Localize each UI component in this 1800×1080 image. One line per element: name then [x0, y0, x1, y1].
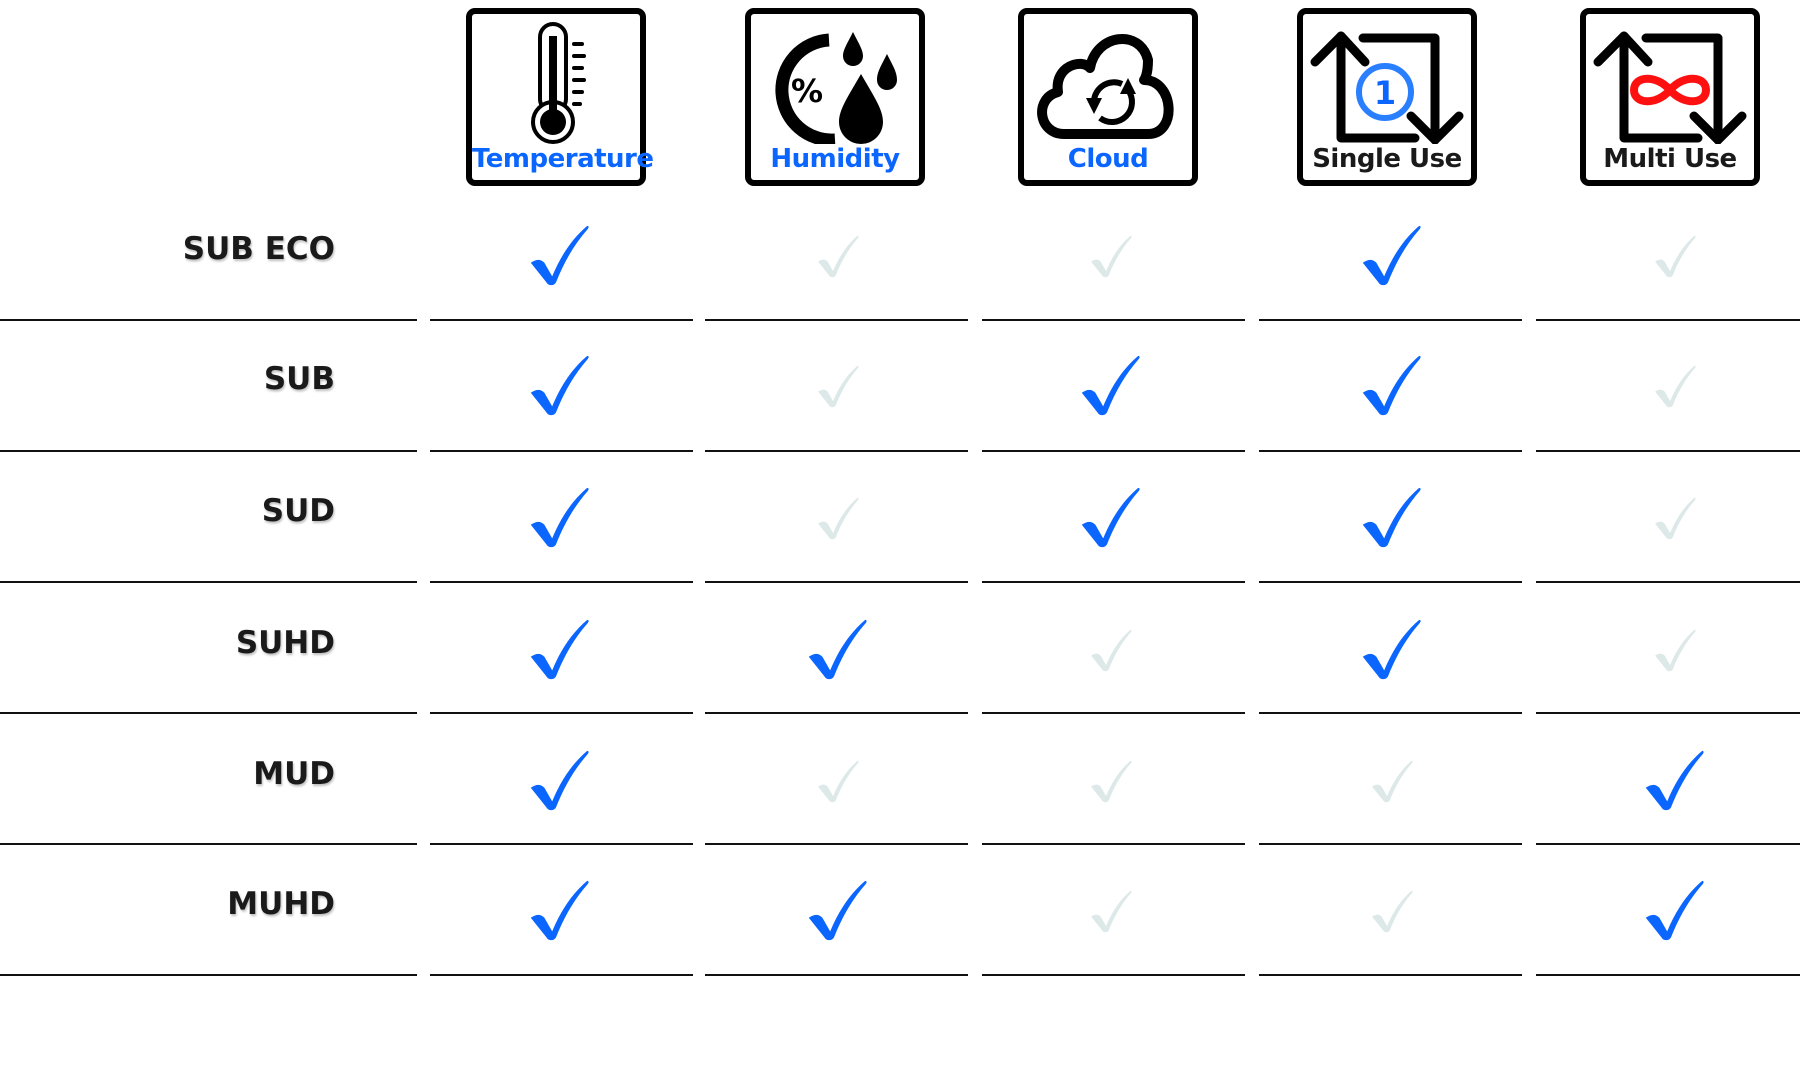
row-divider	[1259, 581, 1522, 583]
row-divider	[982, 319, 1245, 321]
check-active-icon	[1645, 880, 1704, 941]
column-label: Single Use	[1312, 144, 1462, 174]
row-divider	[0, 450, 417, 452]
row-divider	[705, 450, 968, 452]
row-divider	[0, 843, 417, 845]
check-inactive-icon	[1372, 890, 1413, 933]
check-inactive-icon	[1372, 760, 1413, 803]
row-label: SUD	[261, 493, 335, 529]
column-header-single-use: 1 Single Use	[1297, 8, 1477, 186]
check-active-icon	[808, 619, 867, 680]
check-inactive-icon	[1655, 235, 1696, 278]
row-divider	[430, 843, 693, 845]
row-divider	[982, 843, 1245, 845]
row-divider	[982, 581, 1245, 583]
cloud-sync-icon	[1037, 34, 1174, 139]
check-active-icon	[1362, 619, 1421, 680]
check-active-icon	[530, 355, 589, 416]
check-active-icon	[1362, 487, 1421, 548]
check-active-icon	[530, 880, 589, 941]
row-divider	[1536, 319, 1800, 321]
row-divider	[982, 450, 1245, 452]
check-active-icon	[1645, 750, 1704, 811]
check-active-icon	[1362, 355, 1421, 416]
row-divider	[982, 712, 1245, 714]
check-inactive-icon	[1091, 890, 1132, 933]
row-divider	[1536, 843, 1800, 845]
row-divider	[1259, 843, 1522, 845]
row-divider	[982, 974, 1245, 976]
row-label: SUB	[263, 361, 335, 397]
row-divider	[0, 319, 417, 321]
row-divider	[705, 712, 968, 714]
row-divider	[1536, 974, 1800, 976]
column-header-humidity: % Humidity	[745, 8, 925, 186]
row-divider	[430, 450, 693, 452]
svg-text:%: %	[791, 72, 823, 110]
column-header-cloud: Cloud	[1018, 8, 1198, 186]
column-header-multi-use: Multi Use	[1580, 8, 1760, 186]
row-divider	[0, 581, 417, 583]
check-active-icon	[530, 619, 589, 680]
row-divider	[705, 581, 968, 583]
check-active-icon	[530, 750, 589, 811]
row-divider	[1259, 712, 1522, 714]
single-use-icon: 1	[1310, 31, 1464, 144]
row-divider	[1536, 712, 1800, 714]
column-header-temperature: Temperature	[466, 8, 654, 186]
row-divider	[430, 581, 693, 583]
row-label: MUHD	[227, 886, 335, 922]
row-label: MUD	[253, 756, 335, 792]
row-divider	[705, 319, 968, 321]
row-divider	[430, 712, 693, 714]
column-label: Humidity	[770, 144, 900, 174]
check-inactive-icon	[1655, 497, 1696, 540]
multi-use-icon	[1593, 31, 1747, 144]
column-label: Temperature	[472, 144, 654, 174]
thermometer-icon	[531, 22, 586, 144]
check-inactive-icon	[1091, 760, 1132, 803]
svg-text:1: 1	[1374, 74, 1396, 112]
row-divider	[1536, 581, 1800, 583]
row-divider	[705, 974, 968, 976]
row-divider	[430, 974, 693, 976]
row-divider	[0, 974, 417, 976]
check-active-icon	[808, 880, 867, 941]
check-inactive-icon	[1091, 629, 1132, 672]
row-label: SUB ECO	[182, 231, 335, 267]
row-divider	[1536, 450, 1800, 452]
column-label: Cloud	[1067, 144, 1149, 174]
check-active-icon	[1362, 225, 1421, 286]
check-active-icon	[1081, 487, 1140, 548]
row-divider	[1259, 319, 1522, 321]
check-active-icon	[530, 487, 589, 548]
check-active-icon	[530, 225, 589, 286]
row-divider	[1259, 450, 1522, 452]
check-inactive-icon	[818, 235, 859, 278]
check-inactive-icon	[1655, 629, 1696, 672]
check-inactive-icon	[818, 497, 859, 540]
humidity-icon: %	[775, 32, 897, 144]
row-divider	[1259, 974, 1522, 976]
check-inactive-icon	[1655, 365, 1696, 408]
check-inactive-icon	[818, 760, 859, 803]
row-divider	[705, 843, 968, 845]
row-label: SUHD	[235, 625, 335, 661]
column-label: Multi Use	[1603, 144, 1737, 174]
check-inactive-icon	[818, 365, 859, 408]
row-divider	[430, 319, 693, 321]
check-active-icon	[1081, 355, 1140, 416]
check-inactive-icon	[1091, 235, 1132, 278]
row-divider	[0, 712, 417, 714]
